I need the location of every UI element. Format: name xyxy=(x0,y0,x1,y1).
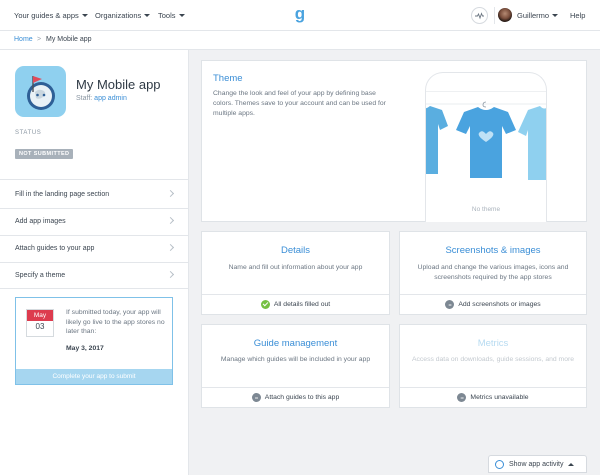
no-theme-label: No theme xyxy=(471,206,501,213)
breadcrumb: Home > My Mobile app xyxy=(0,31,600,50)
task-landing-page[interactable]: Fill in the landing page section xyxy=(0,182,189,208)
guides-status-label: Attach guides to this app xyxy=(264,394,340,401)
chevron-right-icon xyxy=(166,243,175,252)
more-dots-icon xyxy=(445,300,455,309)
chevron-right-icon xyxy=(166,216,175,225)
chevron-up-icon xyxy=(568,462,575,466)
shirt-icon xyxy=(426,101,546,180)
theme-title: Theme xyxy=(213,73,243,84)
show-activity-label: Show app activity xyxy=(509,460,564,468)
screenshots-status-label: Add screenshots or images xyxy=(458,301,541,308)
nav-organizations-label: Organizations xyxy=(95,11,142,20)
calendar-day: 03 xyxy=(35,322,45,331)
submission-card: May 03 If submitted today, your app will… xyxy=(15,297,173,385)
globe-flag-icon xyxy=(27,76,55,110)
nav-tools-label: Tools xyxy=(158,11,176,20)
help-link[interactable]: Help xyxy=(570,11,585,20)
activity-icon xyxy=(495,459,504,469)
task-app-images[interactable]: Add app images xyxy=(0,209,189,235)
complete-app-button[interactable]: Complete your app to submit xyxy=(16,369,172,384)
screenshots-title: Screenshots & images xyxy=(445,245,541,256)
check-circle-icon xyxy=(260,300,270,309)
submission-text: If submitted today, your app will likely… xyxy=(66,309,165,335)
details-status-label: All details filled out xyxy=(273,301,331,308)
details-status: All details filled out xyxy=(202,294,389,314)
chevron-right-icon xyxy=(166,189,175,198)
metrics-status: Metrics unavailable xyxy=(400,387,586,407)
phone-screen: No theme xyxy=(426,91,546,222)
nav-guides-apps-label: Your guides & apps xyxy=(14,11,79,20)
staff-prefix: Staff: xyxy=(76,95,93,102)
task-label: Specify a theme xyxy=(15,272,66,279)
sidebar: My Mobile app Staff: app admin STATUS NO… xyxy=(0,50,189,475)
chevron-down-icon xyxy=(81,14,88,17)
activity-button[interactable] xyxy=(471,7,488,24)
guides-description: Manage which guides will be included in … xyxy=(220,356,371,363)
guides-title: Guide management xyxy=(253,338,338,349)
phone-preview: No theme xyxy=(425,72,547,222)
metrics-status-label: Metrics unavailable xyxy=(470,394,529,401)
nav-tools[interactable]: Tools xyxy=(158,11,185,20)
metrics-description: Access data on downloads, guide sessions… xyxy=(411,356,575,363)
chevron-down-icon xyxy=(144,14,151,17)
status-label: STATUS xyxy=(15,130,42,136)
staff-role: Staff: app admin xyxy=(76,95,127,102)
app-icon xyxy=(15,66,66,117)
logo-icon[interactable]: g xyxy=(292,5,308,25)
user-name: Guillermo xyxy=(517,11,550,20)
details-description: Name and fill out information about your… xyxy=(228,264,363,271)
top-nav: Your guides & apps Organizations Tools g… xyxy=(0,0,600,31)
breadcrumb-separator: > xyxy=(37,36,42,43)
task-label: Fill in the landing page section xyxy=(15,191,110,198)
theme-card[interactable]: Theme Change the look and feel of your a… xyxy=(201,60,587,222)
task-label: Add app images xyxy=(15,218,66,225)
divider xyxy=(0,288,189,289)
app-name: My Mobile app xyxy=(76,77,161,92)
staff-role-link[interactable]: app admin xyxy=(94,95,127,102)
metrics-title: Metrics xyxy=(477,338,509,349)
task-specify-theme[interactable]: Specify a theme xyxy=(0,263,189,289)
task-label: Attach guides to your app xyxy=(15,245,95,252)
nav-organizations[interactable]: Organizations xyxy=(95,11,151,20)
svg-text:g: g xyxy=(295,5,305,23)
theme-description: Change the look and feel of your app by … xyxy=(213,90,386,117)
details-title: Details xyxy=(280,245,311,256)
pulse-icon xyxy=(475,12,484,20)
calendar-icon: May 03 xyxy=(26,309,54,337)
chevron-down-icon xyxy=(178,14,185,17)
user-menu[interactable]: Guillermo xyxy=(517,11,559,20)
nav-divider xyxy=(494,7,495,24)
more-dots-icon xyxy=(251,393,261,402)
show-activity-button[interactable]: Show app activity xyxy=(488,455,587,473)
nav-guides-apps[interactable]: Your guides & apps xyxy=(14,11,88,20)
breadcrumb-current: My Mobile app xyxy=(46,36,92,43)
avatar[interactable] xyxy=(498,8,512,22)
more-dots-icon xyxy=(457,393,467,402)
screenshots-description: Upload and change the various images, ic… xyxy=(417,264,569,281)
breadcrumb-home[interactable]: Home xyxy=(14,36,33,43)
divider xyxy=(0,179,189,180)
details-card[interactable]: Details Name and fill out information ab… xyxy=(201,231,390,315)
screenshots-card[interactable]: Screenshots & images Upload and change t… xyxy=(399,231,587,315)
calendar-month: May xyxy=(27,310,53,321)
metrics-card: Metrics Access data on downloads, guide … xyxy=(399,324,587,408)
task-attach-guides[interactable]: Attach guides to your app xyxy=(0,236,189,262)
chevron-down-icon xyxy=(552,14,559,17)
guides-status: Attach guides to this app xyxy=(202,387,389,407)
guide-management-card[interactable]: Guide management Manage which guides wil… xyxy=(201,324,390,408)
submission-date: May 3, 2017 xyxy=(66,345,104,352)
status-badge: NOT SUBMITTED xyxy=(15,149,74,159)
screenshots-status: Add screenshots or images xyxy=(400,294,586,314)
chevron-right-icon xyxy=(166,270,175,279)
